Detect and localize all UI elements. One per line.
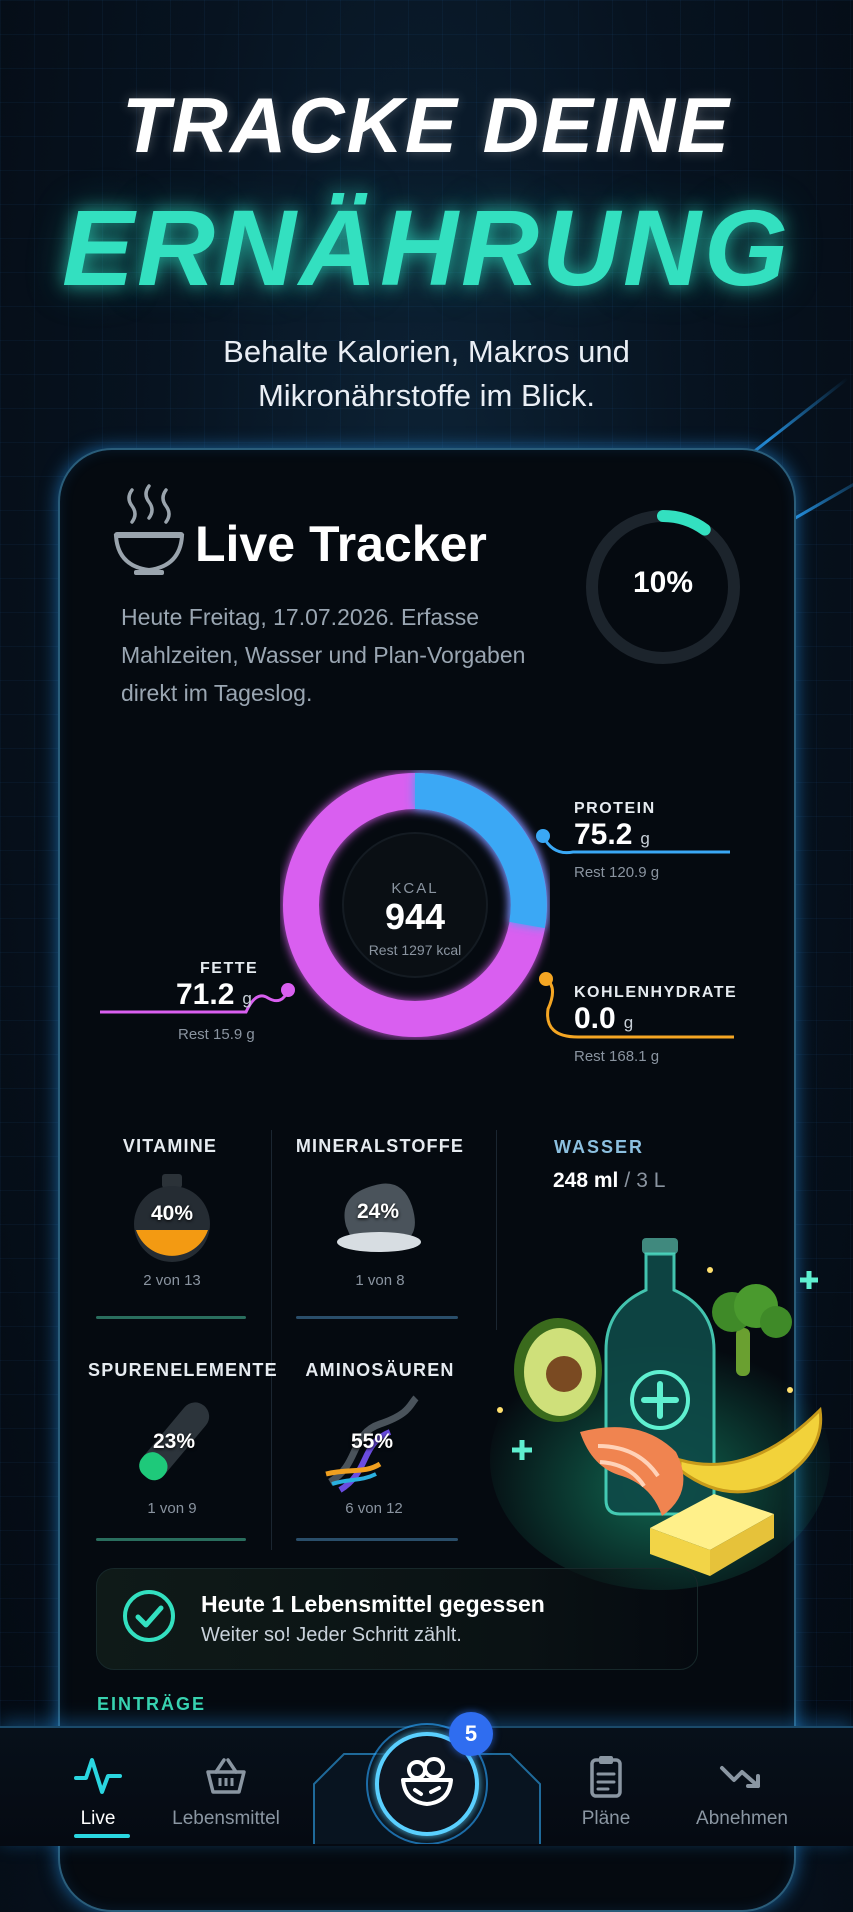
fat-value: 71.2 g	[176, 978, 252, 1012]
grid-divider	[271, 1130, 272, 1550]
aminosaeuren-percent: 55%	[350, 1430, 394, 1453]
mineralstoffe-percent: 24%	[356, 1200, 400, 1223]
mineralstoffe-title: MINERALSTOFFE	[295, 1136, 465, 1156]
protein-label: PROTEIN	[574, 800, 656, 817]
wasser-value: 248 ml/3 L	[553, 1169, 665, 1193]
nav-item-abnehmen[interactable]: Abnehmen	[662, 1752, 822, 1830]
mineralstoffe-bar	[296, 1316, 458, 1319]
food-illustration	[490, 1238, 830, 1590]
carbs-label: KOHLENHYDRATE	[574, 984, 738, 1001]
aminosaeuren-bar	[296, 1538, 458, 1541]
spurenelemente-title: SPURENELEMENTE	[88, 1360, 278, 1380]
vitamine-percent: 40%	[150, 1202, 194, 1225]
fat-unit: g	[242, 989, 252, 1008]
banner-subtitle: Weiter so! Jeder Schritt zählt.	[201, 1624, 462, 1646]
achievement-banner	[96, 1568, 698, 1670]
wasser-amount: 248 ml	[553, 1169, 619, 1192]
fat-label: FETTE	[200, 960, 259, 977]
nav-item-lebensmittel[interactable]: Lebensmittel	[146, 1752, 306, 1830]
nav-label-lebensmittel: Lebensmittel	[172, 1808, 280, 1829]
meal-count-badge: 5	[449, 1712, 493, 1756]
vitamine-bar	[96, 1316, 246, 1319]
aminosaeuren-count: 6 von 12	[345, 1500, 403, 1517]
protein-value: 75.2 g	[574, 818, 650, 852]
avocado-icon	[514, 1318, 602, 1422]
nav-label-abnehmen: Abnehmen	[696, 1808, 788, 1829]
protein-rest: Rest 120.9 g	[574, 864, 660, 881]
mineralstoffe-count: 1 von 8	[355, 1272, 405, 1289]
center-add-meal-button[interactable]	[304, 1700, 550, 1844]
fat-amount: 71.2	[176, 978, 235, 1011]
protein-amount: 75.2	[574, 818, 633, 851]
clipboard-icon	[590, 1756, 622, 1798]
spurenelemente-count: 1 von 9	[147, 1500, 197, 1517]
trend-down-icon	[720, 1766, 760, 1788]
check-circle-icon	[123, 1590, 175, 1642]
wasser-title: WASSER	[554, 1137, 645, 1157]
entries-heading: EINTRÄGE	[97, 1694, 207, 1714]
carbs-amount: 0.0	[574, 1002, 616, 1035]
vitamine-title: VITAMINE	[122, 1136, 218, 1156]
protein-unit: g	[640, 829, 650, 848]
spurenelemente-percent: 23%	[152, 1430, 196, 1453]
aminosaeuren-title: AMINOSÄUREN	[305, 1360, 455, 1380]
fat-rest: Rest 15.9 g	[178, 1026, 255, 1043]
banner-title: Heute 1 Lebensmittel gegessen	[201, 1591, 545, 1617]
nav-active-indicator	[74, 1834, 130, 1838]
spurenelemente-bar	[96, 1538, 246, 1541]
carbs-rest: Rest 168.1 g	[574, 1048, 660, 1065]
wasser-total: 3 L	[636, 1169, 666, 1192]
basket-icon	[206, 1758, 246, 1794]
vitamine-count: 2 von 13	[143, 1272, 201, 1289]
macro-connectors	[100, 829, 734, 1039]
carbs-unit: g	[623, 1013, 634, 1032]
carbs-value: 0.0 g	[574, 1002, 633, 1036]
wasser-separator: /	[624, 1169, 631, 1192]
activity-pulse-icon	[74, 1758, 122, 1794]
